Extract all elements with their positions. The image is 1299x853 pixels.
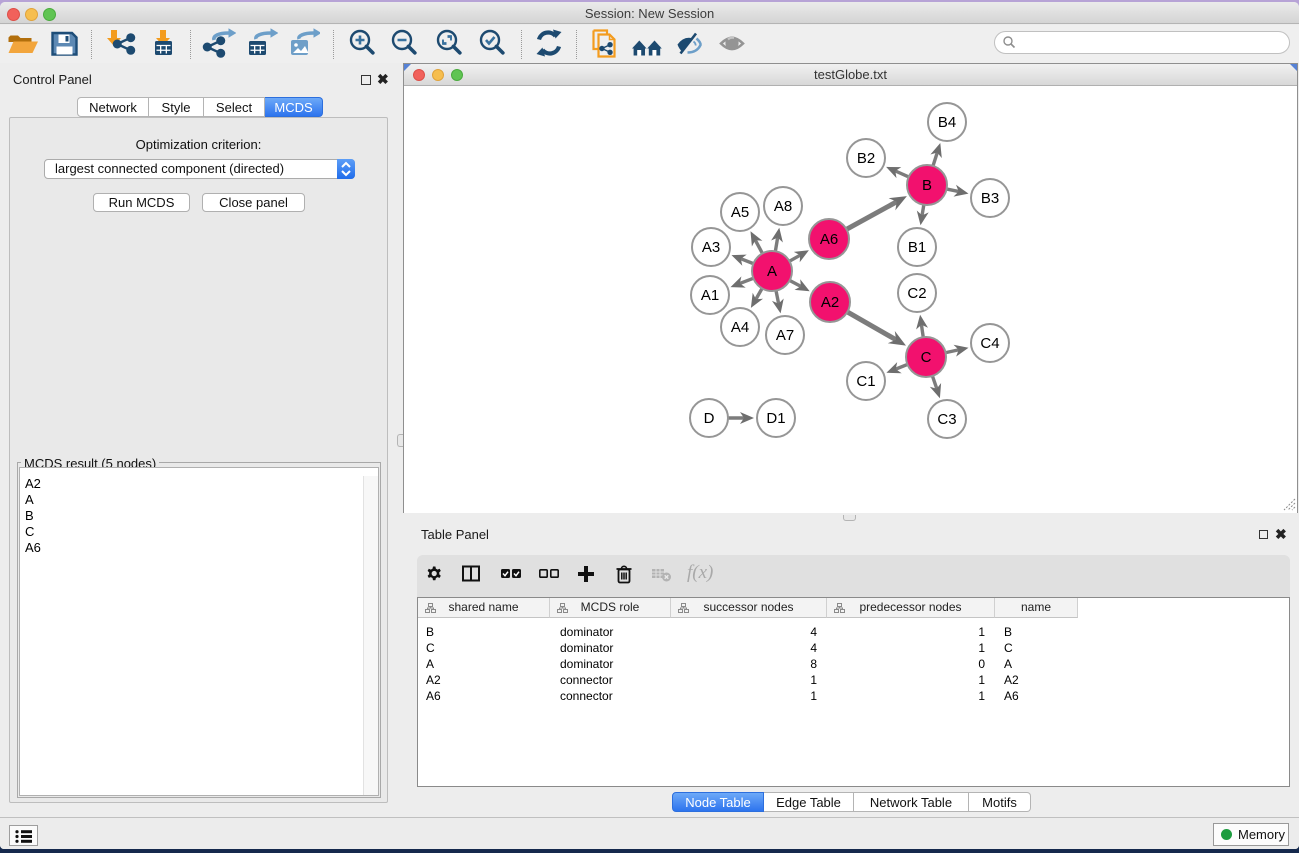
svg-text:C4: C4	[980, 335, 999, 352]
svg-text:C: C	[921, 349, 932, 366]
svg-text:C3: C3	[937, 411, 956, 428]
svg-text:A4: A4	[731, 319, 749, 336]
svg-text:A1: A1	[701, 287, 719, 304]
svg-text:A8: A8	[774, 198, 792, 215]
svg-text:A5: A5	[731, 204, 749, 221]
svg-text:C2: C2	[907, 285, 926, 302]
svg-text:A2: A2	[821, 294, 839, 311]
svg-text:B1: B1	[908, 239, 926, 256]
svg-text:D: D	[704, 410, 715, 427]
svg-text:C1: C1	[856, 373, 875, 390]
svg-text:A: A	[767, 263, 777, 280]
svg-text:B2: B2	[857, 150, 875, 167]
svg-text:A7: A7	[776, 327, 794, 344]
svg-text:A6: A6	[820, 231, 838, 248]
svg-text:B3: B3	[981, 190, 999, 207]
svg-text:A3: A3	[702, 239, 720, 256]
svg-text:B4: B4	[938, 114, 956, 131]
svg-text:B: B	[922, 177, 932, 194]
svg-text:D1: D1	[766, 410, 785, 427]
